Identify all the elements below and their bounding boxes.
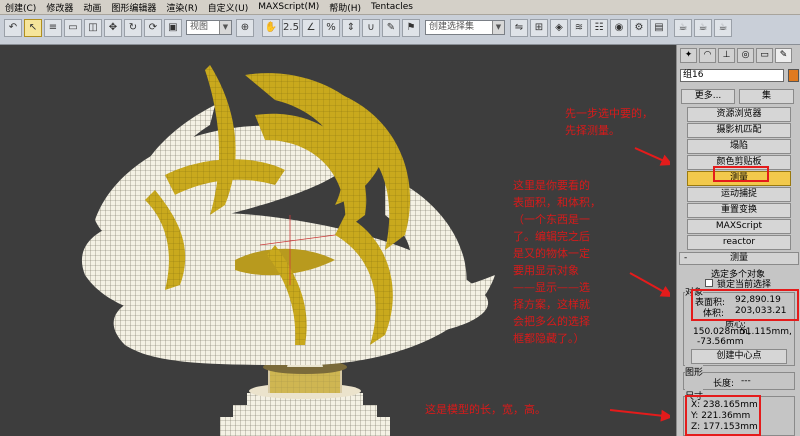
mirror-icon[interactable]: ⇋ bbox=[510, 19, 528, 37]
menu-tentacles[interactable]: Tentacles bbox=[366, 2, 418, 12]
menu-maxscript[interactable]: MAXScript(M) bbox=[253, 2, 324, 12]
move-icon[interactable]: ✥ bbox=[104, 19, 122, 37]
camera-match-button[interactable]: 摄影机匹配 bbox=[687, 123, 791, 138]
align-icon[interactable]: ⊞ bbox=[530, 19, 548, 37]
object-name-field[interactable]: 组16 bbox=[680, 69, 784, 82]
command-panel: ✦ ◠ ⊥ ◎ ▭ ✎ 组16 更多... 集 资源浏览器 摄影机匹配 塌陷 颜… bbox=[676, 45, 800, 436]
object-color-swatch[interactable] bbox=[788, 69, 799, 82]
collapse-button[interactable]: 塌陷 bbox=[687, 139, 791, 154]
utilities-tab-icon[interactable]: ✎ bbox=[775, 48, 792, 63]
measure-rollout-header[interactable]: - 测量 bbox=[679, 252, 799, 265]
snap-toggle-icon[interactable]: 2.5 bbox=[282, 19, 300, 37]
select-object-icon[interactable]: ↖ bbox=[24, 19, 42, 37]
named-selection-icon[interactable]: ⚑ bbox=[402, 19, 420, 37]
measure-highlight bbox=[713, 166, 769, 182]
hierarchy-tab-icon[interactable]: ⊥ bbox=[718, 48, 735, 63]
chevron-down-icon: ▼ bbox=[492, 21, 504, 34]
menu-graph-editors[interactable]: 图形编辑器 bbox=[106, 1, 161, 14]
scale-icon[interactable]: ▣ bbox=[164, 19, 182, 37]
render-active-icon[interactable]: ☕ bbox=[714, 19, 732, 37]
reactor-button[interactable]: reactor bbox=[687, 235, 791, 250]
dimensions-highlight bbox=[685, 395, 761, 436]
shapes-group-label: 图形 bbox=[685, 365, 704, 378]
spinner-snap-icon[interactable]: ⇕ bbox=[342, 19, 360, 37]
main-toolbar: ↶ ↖ ≡ ▭ ◫ ✥ ↻ ⟳ ▣ 视图 ▼ ⊕ ✋ 2.5 ∠ % ⇕ ∪ ✎ … bbox=[0, 15, 800, 45]
undo-icon[interactable]: ↶ bbox=[4, 19, 22, 37]
lock-selection-checkbox[interactable] bbox=[705, 279, 713, 287]
modify-tab-icon[interactable]: ◠ bbox=[699, 48, 716, 63]
render-production-icon[interactable]: ☕ bbox=[694, 19, 712, 37]
reset-xform-button[interactable]: 重置变换 bbox=[687, 203, 791, 218]
reference-coord-select[interactable]: 视图 ▼ bbox=[186, 20, 232, 35]
pivot-icon[interactable]: ⊕ bbox=[236, 19, 254, 37]
motion-tab-icon[interactable]: ◎ bbox=[737, 48, 754, 63]
more-button[interactable]: 更多... bbox=[681, 89, 735, 104]
center-y: 51.115mm, bbox=[740, 327, 792, 337]
layer-manager-icon[interactable]: ◈ bbox=[550, 19, 568, 37]
render-setup-icon[interactable]: ⚙ bbox=[630, 19, 648, 37]
annotation-area-volume: 这里是你要看的 表面积，和体积， （一个东西是一 了。编辑完之后 是又的物体一定… bbox=[513, 179, 601, 345]
perspective-viewport[interactable]: 先一步选中要的， 先择测量。 这里是你要看的 表面积，和体积， （一个东西是一 … bbox=[5, 45, 670, 436]
menu-help[interactable]: 帮助(H) bbox=[324, 1, 366, 14]
sets-button[interactable]: 集 bbox=[739, 89, 794, 104]
motion-capture-button[interactable]: 运动捕捉 bbox=[687, 187, 791, 202]
create-center-point-button[interactable]: 创建中心点 bbox=[691, 349, 787, 364]
rotate-cw-icon[interactable]: ⟳ bbox=[144, 19, 162, 37]
menu-animation[interactable]: 动画 bbox=[78, 1, 106, 14]
render-frame-icon[interactable]: ▤ bbox=[650, 19, 668, 37]
command-panel-tabs: ✦ ◠ ⊥ ◎ ▭ ✎ bbox=[677, 45, 800, 65]
rotate-icon[interactable]: ↻ bbox=[124, 19, 142, 37]
menu-bar: 创建(C) 修改器 动画 图形编辑器 渲染(R) 自定义(U) MAXScrip… bbox=[0, 0, 800, 15]
length-label: 长度: bbox=[713, 379, 735, 389]
maxscript-button[interactable]: MAXScript bbox=[687, 219, 791, 234]
menu-create[interactable]: 创建(C) bbox=[0, 1, 41, 14]
schematic-view-icon[interactable]: ☷ bbox=[590, 19, 608, 37]
menu-customize[interactable]: 自定义(U) bbox=[203, 1, 254, 14]
menu-modifiers[interactable]: 修改器 bbox=[41, 1, 78, 14]
magnet-icon[interactable]: ∪ bbox=[362, 19, 380, 37]
quick-render-icon[interactable]: ☕ bbox=[674, 19, 692, 37]
select-manipulate-icon[interactable]: ✋ bbox=[262, 19, 280, 37]
center-z: -73.56mm bbox=[697, 337, 744, 347]
select-by-name-icon[interactable]: ≡ bbox=[44, 19, 62, 37]
curve-editor-icon[interactable]: ≋ bbox=[570, 19, 588, 37]
annotation-select-measure: 先一步选中要的， 先择测量。 bbox=[565, 107, 653, 137]
angle-snap-icon[interactable]: ∠ bbox=[302, 19, 320, 37]
material-editor-icon[interactable]: ◉ bbox=[610, 19, 628, 37]
area-volume-highlight bbox=[691, 289, 799, 321]
rectangle-selection-icon[interactable]: ▭ bbox=[64, 19, 82, 37]
edit-named-sets-icon[interactable]: ✎ bbox=[382, 19, 400, 37]
menu-rendering[interactable]: 渲染(R) bbox=[161, 1, 202, 14]
named-selection-set[interactable]: 创建选择集 ▼ bbox=[425, 20, 505, 35]
annotation-dimensions: 这是模型的长，宽，高。 bbox=[425, 403, 546, 416]
rollout-title: 测量 bbox=[729, 253, 748, 263]
display-tab-icon[interactable]: ▭ bbox=[756, 48, 773, 63]
length-value: --- bbox=[741, 376, 751, 386]
chevron-down-icon: ▼ bbox=[219, 21, 231, 34]
percent-snap-icon[interactable]: % bbox=[322, 19, 340, 37]
asset-browser-button[interactable]: 资源浏览器 bbox=[687, 107, 791, 122]
create-tab-icon[interactable]: ✦ bbox=[680, 48, 697, 63]
window-crossing-icon[interactable]: ◫ bbox=[84, 19, 102, 37]
